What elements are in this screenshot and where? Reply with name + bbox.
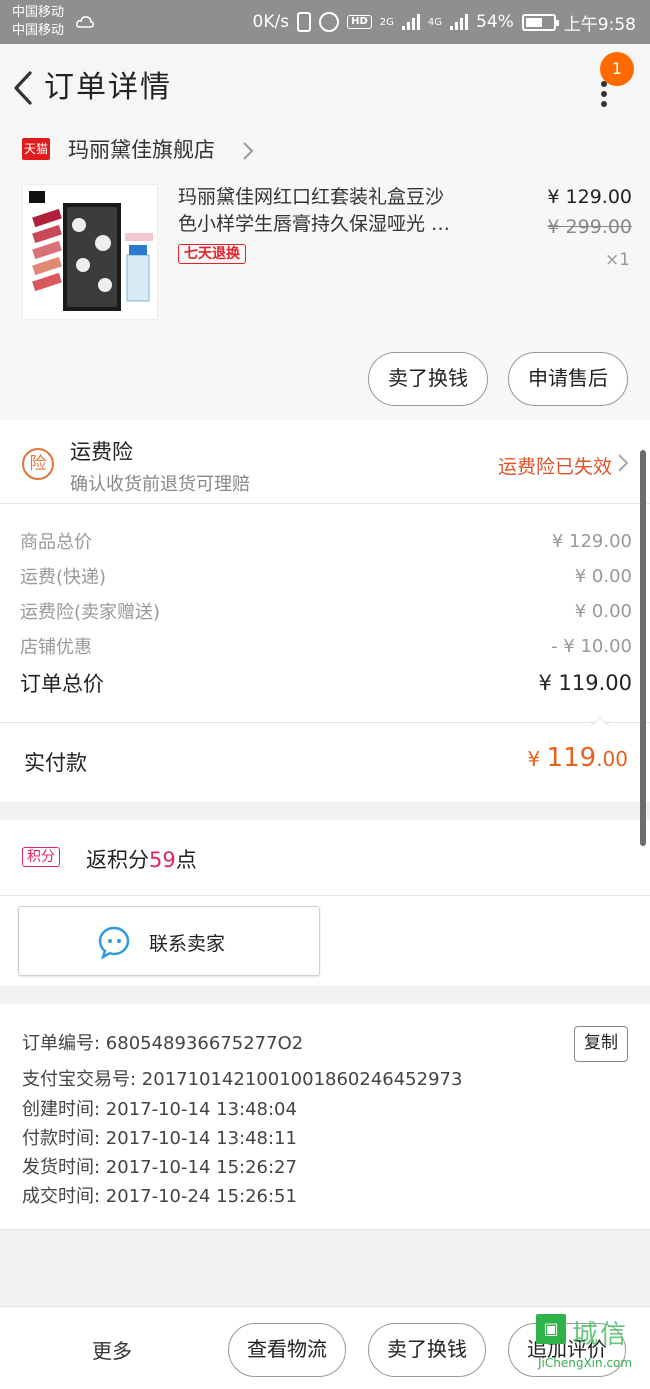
original-price: ¥ 299.00 [547,216,632,238]
cloud-icon [76,14,94,28]
insurance-subtitle: 确认收货前退货可理赔 [70,474,250,495]
sell-for-cash-button[interactable]: 卖了换钱 [368,1323,486,1377]
order-number: 订单编号: 680548936675277O2 [22,1033,304,1054]
amount-integer: 119 [546,743,597,773]
product-image[interactable] [22,184,158,320]
battery-percent: 54% [476,12,514,32]
contact-seller-button[interactable]: 联系卖家 [18,906,320,976]
back-arrow-icon[interactable] [10,70,38,106]
alipay-trade-number: 支付宝交易号: 2017101421001001860246452973 [22,1069,463,1090]
caret-up-icon [588,712,612,728]
view-logistics-button[interactable]: 查看物流 [228,1323,346,1377]
sell-for-cash-button[interactable]: 卖了换钱 [368,352,488,406]
carrier-label-1: 中国移动 [12,5,65,20]
summary-label: 商品总价 [20,532,92,553]
summary-row: 运费险(卖家赠送) ¥ 0.00 [20,594,632,628]
product-price: ¥ 129.00 [547,186,632,208]
status-bar: 中国移动 中国移动 0K/s HD 2G 4G 54% 上午9:58 [0,0,650,44]
points-number: 59 [149,848,176,872]
actual-payment-amount: ¥ 119.00 [527,743,628,773]
network-type-2: 4G [427,16,443,28]
shipped-time: 发货时间: 2017-10-14 15:26:27 [22,1157,297,1178]
summary-value: ¥ 129.00 [551,530,632,552]
insurance-title: 运费险 [70,440,133,464]
product-quantity: ×1 [604,250,630,270]
completed-time: 成交时间: 2017-10-24 15:26:51 [22,1186,297,1207]
currency-symbol: ¥ [527,747,541,771]
contact-section: 联系卖家 [0,896,650,986]
paid-time: 付款时间: 2017-10-14 13:48:11 [22,1128,297,1149]
order-item-card: 天猫 玛丽黛佳旗舰店 玛丽黛佳网红口红套装礼盒豆沙 色小样学生唇膏持久保湿哑光 … [0,130,650,420]
order-total-label: 订单总价 [20,672,104,696]
points-suffix: 点 [175,848,197,872]
signal-icon-2 [450,14,469,30]
vibrate-icon [297,12,312,32]
battery-icon [521,13,559,31]
summary-row: 运费(快递) ¥ 0.00 [20,559,632,593]
hd-badge: HD [347,15,372,29]
insurance-icon: 险 [22,448,54,480]
chevron-right-icon[interactable] [240,140,256,162]
watermark-text: 城信 [572,1320,629,1350]
tmall-badge: 天猫 [22,138,50,160]
chat-bubble-icon [97,925,131,960]
status-icons: 0K/s HD 2G 4G 54% 上午9:58 [253,8,636,36]
order-total-value: ¥ 119.00 [538,671,632,695]
price-summary: 商品总价 ¥ 129.00 运费(快递) ¥ 0.00 运费险(卖家赠送) ¥ … [0,504,650,722]
after-sale-button[interactable]: 申请售后 [508,352,628,406]
watermark-url: JiChengXin.com [538,1356,633,1370]
watermark-logo: ▣ 城信 JiChengXin.com [536,1312,648,1384]
actual-payment-label: 实付款 [24,751,87,775]
copy-button[interactable]: 复制 [574,1026,628,1062]
summary-value: ¥ 0.00 [574,565,632,587]
summary-row: 店铺优惠 - ¥ 10.00 [20,629,632,663]
notification-badge: 1 [600,52,634,86]
summary-label: 店铺优惠 [20,637,92,658]
signal-icon-1 [401,14,420,30]
network-type-1: 2G [379,16,394,28]
summary-value: ¥ 0.00 [574,600,632,622]
clock: 上午9:58 [563,14,636,35]
shipping-insurance-row[interactable]: 险 运费险 确认收货前退货可理赔 运费险已失效 [0,420,650,504]
summary-value: - ¥ 10.00 [551,635,632,657]
points-row: 积分 返积分59点 [0,820,650,896]
order-total-row: 订单总价 ¥ 119.00 [20,666,632,700]
order-info-section: 订单编号: 680548936675277O2 支付宝交易号: 20171014… [0,1004,650,1230]
scrollbar[interactable] [640,450,646,846]
page-title: 订单详情 [44,70,172,105]
chevron-right-icon [616,452,630,474]
summary-label: 运费险(卖家赠送) [20,602,161,623]
more-button[interactable]: 更多 [92,1335,132,1364]
product-title[interactable]: 玛丽黛佳网红口红套装礼盒豆沙 色小样学生唇膏持久保湿哑光 … [178,184,518,238]
app-header: 订单详情 1 [0,44,650,130]
created-time: 创建时间: 2017-10-14 13:48:04 [22,1099,297,1120]
contact-seller-label: 联系卖家 [149,933,226,955]
seven-day-return-tag: 七天退换 [178,244,246,264]
insurance-status: 运费险已失效 [497,456,612,478]
amount-decimal: .00 [596,747,628,771]
store-name[interactable]: 玛丽黛佳旗舰店 [68,130,215,170]
summary-row: 商品总价 ¥ 129.00 [20,524,632,558]
network-speed: 0K/s [252,12,290,32]
watermark-square-icon: ▣ [536,1314,566,1344]
points-text: 返积分59点 [86,844,197,874]
summary-label: 运费(快递) [20,567,107,588]
alarm-icon [319,12,340,32]
points-badge: 积分 [22,847,60,867]
carrier-label-2: 中国移动 [12,23,65,38]
product-title-line-1: 玛丽黛佳网红口红套装礼盒豆沙 [178,186,445,208]
actual-payment-row: 实付款 ¥ 119.00 [0,722,650,802]
points-prefix: 返积分 [86,848,149,872]
product-title-line-2: 色小样学生唇膏持久保湿哑光 … [178,213,451,235]
